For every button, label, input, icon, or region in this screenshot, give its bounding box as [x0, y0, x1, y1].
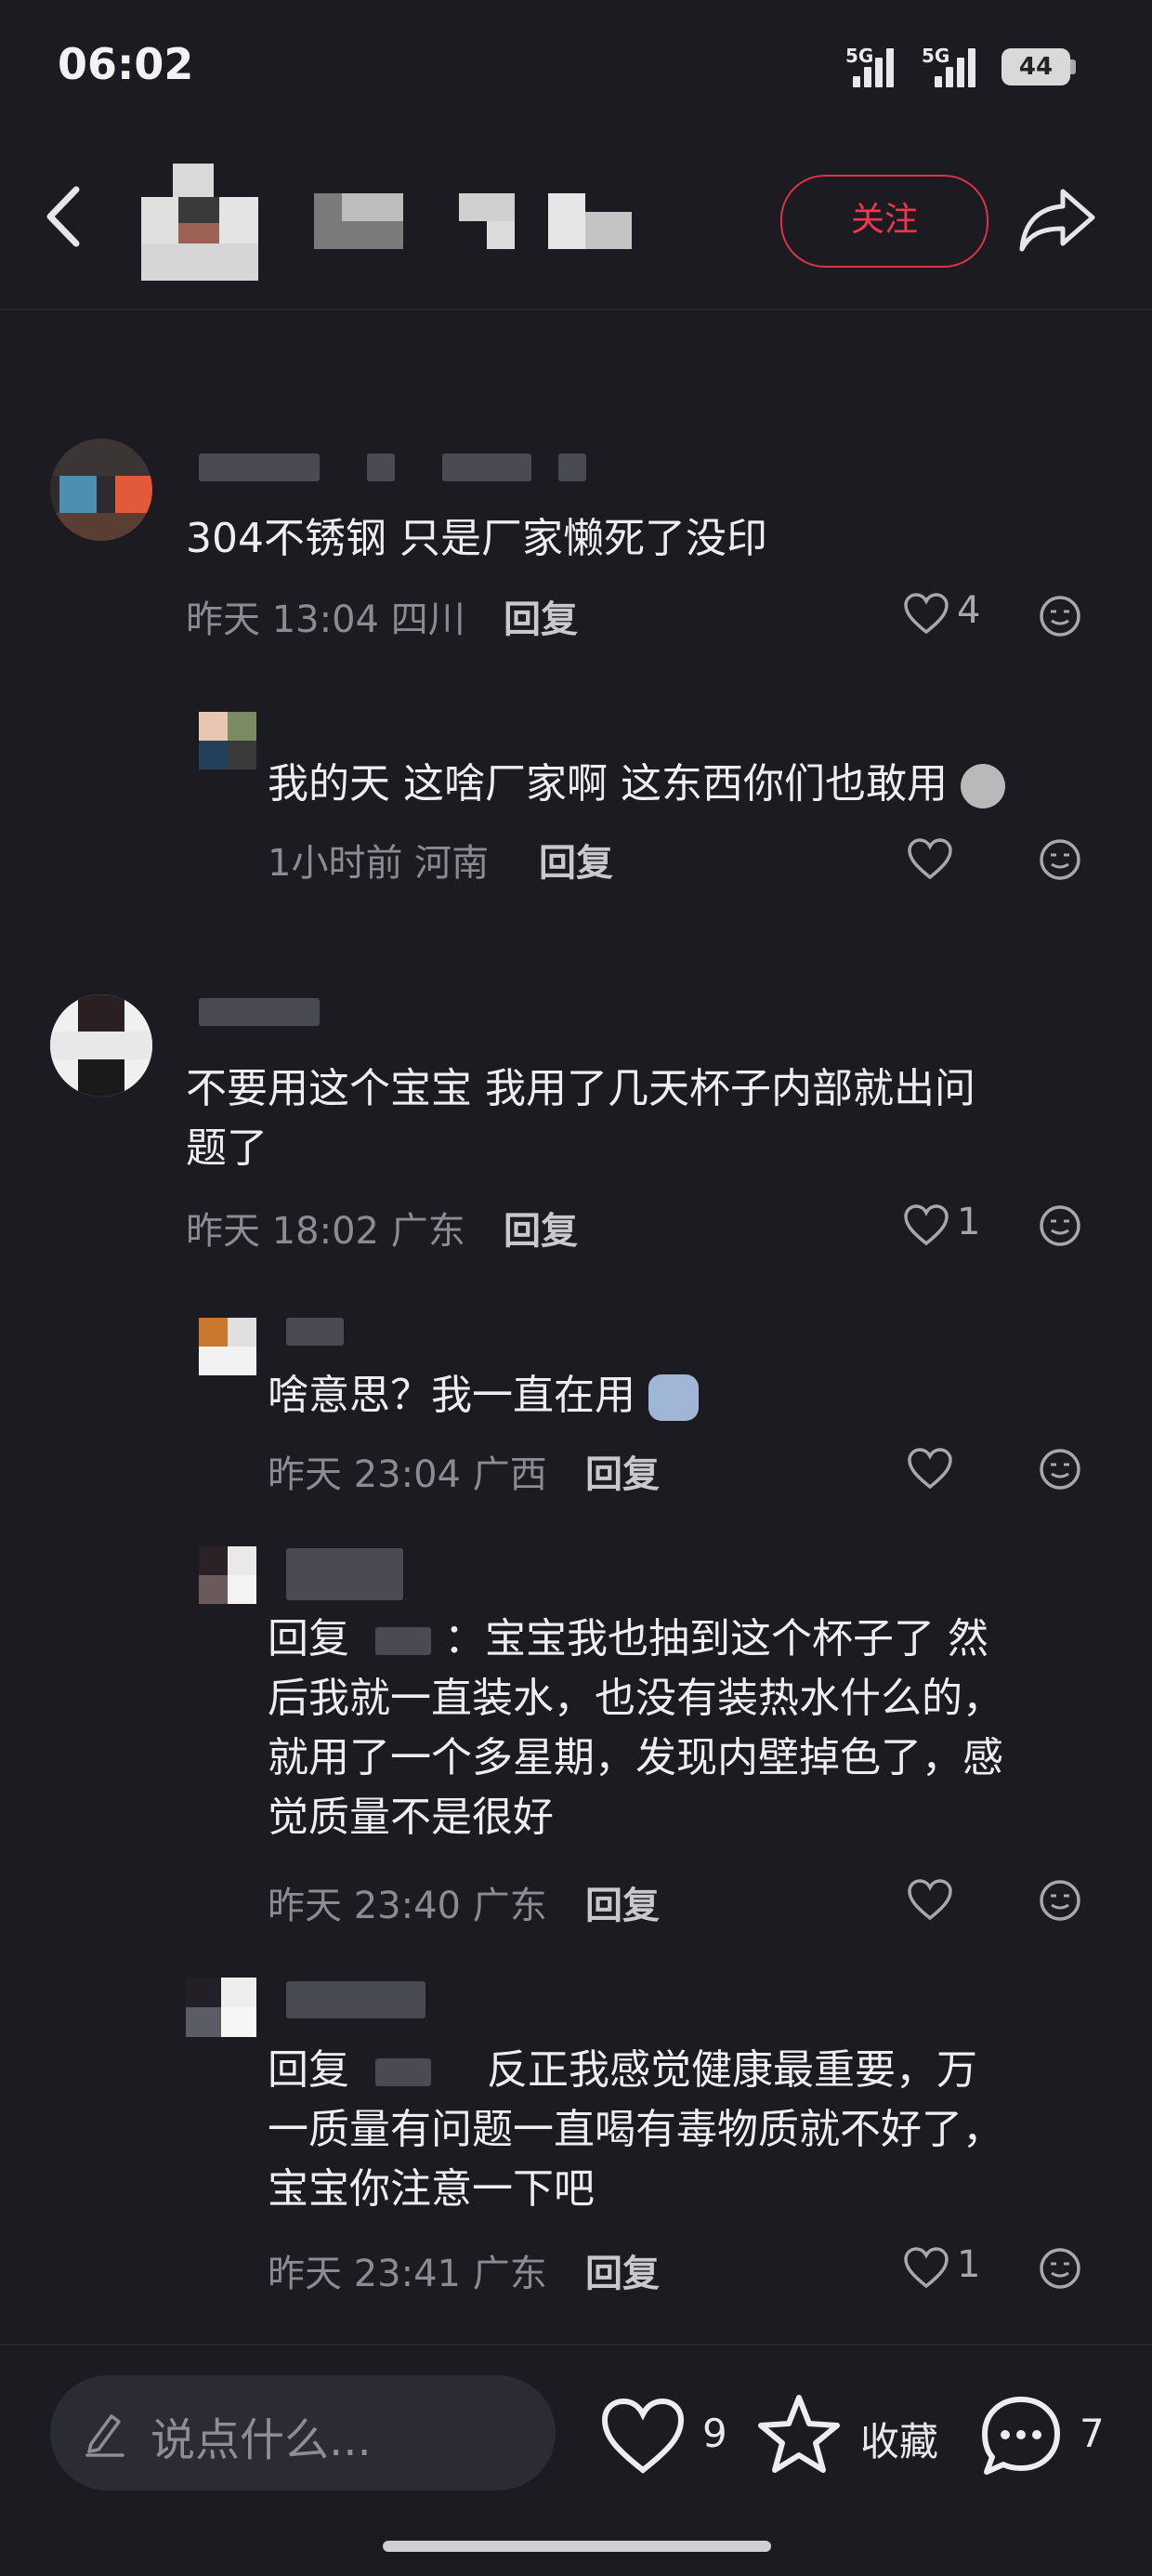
battery-icon: 44 — [1001, 48, 1070, 85]
like-count: 9 — [702, 2411, 727, 2456]
heart-icon[interactable] — [907, 1448, 953, 1491]
comment-meta: 昨天 23:40 广东 — [268, 1875, 547, 1929]
like-count: 1 — [957, 2243, 981, 2286]
heart-icon[interactable] — [903, 593, 949, 636]
avatar[interactable] — [199, 712, 256, 769]
comment-time: 1小时前 — [268, 842, 403, 885]
reply-button[interactable]: 回复 — [504, 589, 578, 643]
comment-count: 7 — [1080, 2411, 1105, 2456]
emoji-icon[interactable] — [1039, 838, 1081, 881]
author-name[interactable] — [286, 193, 403, 249]
like-count: 4 — [957, 589, 981, 632]
emoji-icon[interactable] — [1039, 1204, 1081, 1247]
avatar[interactable] — [50, 439, 152, 541]
bottom-divider — [0, 2344, 1152, 2346]
heart-icon[interactable] — [907, 1879, 953, 1922]
username[interactable] — [286, 1981, 425, 2018]
comment-location: 四川 — [390, 598, 465, 641]
comment-time: 昨天 23:04 — [268, 1453, 461, 1496]
reply-prefix: 回复 — [268, 1615, 349, 1663]
like-heart-icon[interactable] — [600, 2398, 686, 2476]
avatar[interactable] — [199, 1318, 256, 1375]
username[interactable] — [286, 1318, 344, 1347]
status-time: 06:02 — [58, 39, 194, 89]
avatar[interactable] — [50, 994, 152, 1097]
reply-button[interactable]: 回复 — [585, 1875, 660, 1929]
comment-location: 河南 — [414, 842, 490, 885]
comment-text: 不要用这个宝宝 我用了几天杯子内部就出问 题了 — [186, 1065, 975, 1172]
comment-meta: 昨天 18:02 广东 — [186, 1201, 465, 1255]
comment-time: 昨天 23:40 — [268, 1885, 461, 1927]
author-name-blur — [459, 193, 682, 249]
home-indicator[interactable] — [383, 2541, 771, 2552]
like-count: 1 — [957, 1201, 981, 1243]
mention[interactable] — [375, 1627, 431, 1655]
comment-text: 啥意思？我一直在用 — [268, 1366, 699, 1426]
username[interactable] — [199, 998, 320, 1028]
author-avatar[interactable] — [141, 164, 258, 281]
comment-location: 广西 — [472, 1453, 547, 1496]
avatar[interactable] — [186, 1978, 256, 2037]
avatar[interactable] — [199, 1546, 256, 1604]
username[interactable] — [199, 453, 587, 483]
back-icon[interactable] — [41, 184, 85, 249]
comment-meta: 昨天 23:41 广东 — [268, 2243, 547, 2297]
comment-input-placeholder[interactable]: 说点什么... — [151, 2403, 372, 2468]
reply-button[interactable]: 回复 — [504, 1201, 578, 1255]
collect-label[interactable]: 收藏 — [860, 2411, 938, 2467]
reply-prefix: 回复 — [268, 2046, 349, 2094]
reply-button[interactable]: 回复 — [585, 1444, 660, 1498]
comment-location: 广东 — [472, 1885, 547, 1927]
comment-text: 304不锈钢 只是厂家懒死了没印 — [186, 515, 767, 562]
heart-icon[interactable] — [903, 2247, 949, 2290]
signal-icon — [851, 48, 899, 87]
battery-tip — [1070, 59, 1076, 74]
comment-location: 广东 — [472, 2253, 547, 2295]
reply-button[interactable]: 回复 — [539, 833, 613, 887]
comment-text: 我的天 这啥厂家啊 这东西你们也敢用 — [268, 755, 1005, 814]
star-icon[interactable] — [756, 2392, 842, 2477]
comment-text: 回复 反正我感觉健康最重要，万 一质量有问题一直喝有毒物质就不好了， 宝宝你注意… — [268, 2046, 1003, 2213]
share-icon[interactable] — [1018, 186, 1096, 253]
reply-button[interactable]: 回复 — [585, 2243, 660, 2297]
comment-text: 回复 ：宝宝我也抽到这个杯子了 然 后我就一直装水，也没有装热水什么的， 就用了… — [268, 1615, 1003, 1841]
signal-icon — [933, 48, 981, 87]
comment-bubble-icon[interactable] — [979, 2394, 1063, 2477]
emoji-icon[interactable] — [1039, 2247, 1081, 2290]
comment-meta: 1小时前 河南 — [268, 833, 489, 887]
follow-button[interactable]: 关注 — [780, 175, 988, 268]
pencil-icon — [85, 2414, 124, 2457]
username[interactable] — [286, 1548, 403, 1600]
emoji-sticker — [960, 764, 1005, 808]
comment-location: 广东 — [390, 1210, 465, 1253]
mention[interactable] — [375, 2058, 431, 2086]
comment-time: 昨天 18:02 — [186, 1210, 379, 1253]
emoji-icon[interactable] — [1039, 1448, 1081, 1491]
emoji-icon[interactable] — [1039, 595, 1081, 637]
comment-time: 昨天 23:41 — [268, 2253, 461, 2295]
heart-icon[interactable] — [903, 1204, 949, 1247]
comment-meta: 昨天 13:04 四川 — [186, 589, 465, 643]
comment-meta: 昨天 23:04 广西 — [268, 1444, 547, 1498]
comment-time: 昨天 13:04 — [186, 598, 379, 641]
emoji-icon[interactable] — [1039, 1879, 1081, 1922]
emoji-sticker — [648, 1374, 699, 1421]
heart-icon[interactable] — [907, 838, 953, 881]
header-divider — [0, 309, 1152, 310]
